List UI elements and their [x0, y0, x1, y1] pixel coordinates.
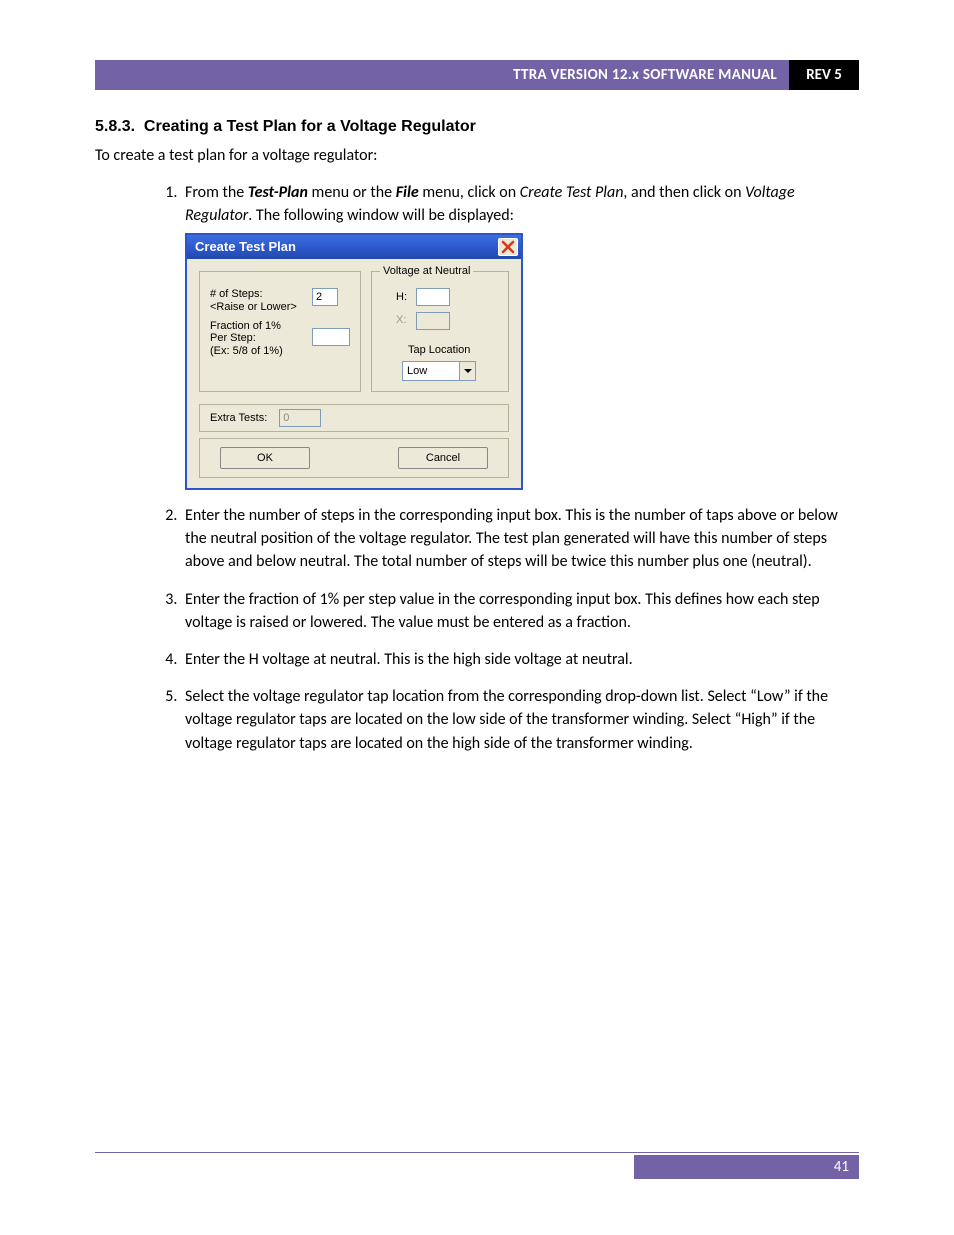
group-voltage-neutral: Voltage at Neutral H: X: Tap Location [371, 271, 509, 392]
step1-part-d: , and then click on [623, 183, 745, 202]
step1-part-b: menu or the [308, 183, 396, 202]
step1-create: Create Test Plan [520, 183, 624, 202]
h-label: H: [396, 291, 410, 304]
dialog-title: Create Test Plan [195, 238, 296, 257]
fraction-input[interactable] [312, 328, 350, 346]
dialog-titlebar: Create Test Plan [187, 235, 521, 259]
section-heading: 5.8.3. Creating a Test Plan for a Voltag… [95, 118, 859, 136]
step1-part-c: menu, click on [419, 183, 520, 202]
group-extra-tests: Extra Tests: [199, 404, 509, 432]
h-input[interactable] [416, 288, 450, 306]
step-1: From the Test-Plan menu or the File menu… [181, 181, 859, 490]
voltage-neutral-legend: Voltage at Neutral [380, 264, 473, 280]
step1-part-e: . The following window will be displayed… [248, 206, 514, 225]
header-rev: REV 5 [789, 60, 859, 90]
step-2: Enter the number of steps in the corresp… [181, 504, 859, 574]
cancel-button[interactable]: Cancel [398, 447, 488, 469]
extra-tests-input [279, 409, 321, 427]
footer: 41 [95, 1152, 859, 1179]
tap-location-select[interactable]: Low [402, 361, 476, 381]
chevron-down-icon [464, 367, 472, 375]
intro-text: To create a test plan for a voltage regu… [95, 146, 859, 165]
step1-part-a: From the [185, 183, 248, 202]
page-number: 41 [634, 1155, 859, 1179]
extra-tests-label: Extra Tests: [210, 412, 267, 425]
steps-list: From the Test-Plan menu or the File menu… [95, 181, 859, 755]
ok-button[interactable]: OK [220, 447, 310, 469]
tap-location-value: Low [403, 362, 459, 380]
section-title-text: Creating a Test Plan for a Voltage Regul… [144, 118, 476, 135]
group-steps: # of Steps: <Raise or Lower> Fraction of… [199, 271, 361, 392]
step-4: Enter the H voltage at neutral. This is … [181, 648, 859, 671]
close-icon [501, 240, 515, 254]
tap-location-label: Tap Location [408, 344, 498, 357]
step-3: Enter the fraction of 1% per step value … [181, 588, 859, 634]
fraction-label-1: Fraction of 1% [210, 320, 306, 333]
create-test-plan-dialog: Create Test Plan # of Steps: <Raise or L… [185, 233, 523, 490]
step-5: Select the voltage regulator tap locatio… [181, 685, 859, 755]
x-label: X: [396, 313, 410, 329]
fraction-label-2: Per Step: [210, 332, 306, 345]
x-input [416, 312, 450, 330]
dropdown-button[interactable] [459, 362, 475, 380]
fraction-label-3: (Ex: 5/8 of 1%) [210, 345, 306, 358]
header-title: TTRA VERSION 12.x SOFTWARE MANUAL [95, 60, 789, 90]
close-button[interactable] [498, 238, 518, 256]
steps-input[interactable] [312, 288, 338, 306]
step1-file: File [396, 183, 419, 202]
steps-label-2: <Raise or Lower> [210, 301, 306, 314]
header-bar: TTRA VERSION 12.x SOFTWARE MANUAL REV 5 [95, 60, 859, 90]
button-row: OK Cancel [199, 438, 509, 478]
section-number: 5.8.3. [95, 118, 135, 135]
step1-testplan: Test-Plan [248, 183, 308, 202]
steps-label-1: # of Steps: [210, 288, 306, 301]
